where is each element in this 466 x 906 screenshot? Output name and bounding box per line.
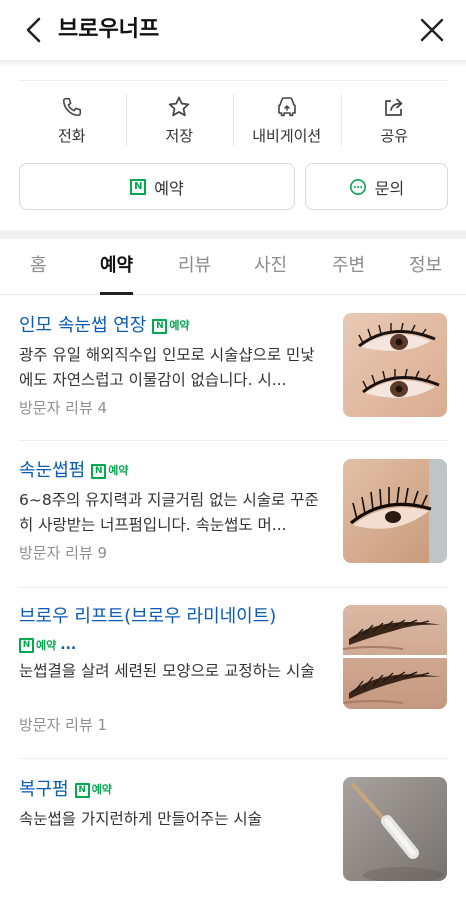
item-title-row: 브로우 리프트(브로우 라미네이트) xyxy=(19,605,276,629)
item-title: 브로우 리프트(브로우 라미네이트) xyxy=(19,606,277,627)
item-title: 복구펌 xyxy=(19,779,69,800)
tab-photos[interactable]: 사진 xyxy=(254,253,287,279)
review-count: 방문자 리뷰 9 xyxy=(19,544,108,562)
close-button[interactable] xyxy=(416,14,448,46)
item-title: 인모 속눈썹 연장 xyxy=(19,315,147,336)
divider xyxy=(18,80,448,81)
tab-bar: 홈 예약 리뷰 사진 주변 정보 xyxy=(0,239,466,295)
call-label: 전화 xyxy=(57,127,86,145)
list-item[interactable]: 인모 속눈썹 연장 N 예약 광주 유일 해외직수입 인모로 시술샵으로 민낯에… xyxy=(0,296,466,440)
title-ellipsis: ... xyxy=(60,637,77,653)
item-description: 광주 유일 해외직수입 인모로 시술샵으로 민낯에도 자연스럽고 이물감이 없습… xyxy=(19,346,315,389)
eyelash-extension-photo xyxy=(343,313,447,417)
navigation-car-icon xyxy=(277,97,296,117)
share-icon xyxy=(385,98,403,116)
action-row: 전화 저장 내비게이션 공유 xyxy=(18,92,448,150)
item-title-row: 인모 속눈썹 연장 N 예약 xyxy=(19,314,190,338)
inquiry-button[interactable]: 문의 xyxy=(305,163,448,210)
naver-booking-icon: N xyxy=(152,318,168,334)
booking-badge: N 예약 xyxy=(91,459,129,483)
naver-booking-icon: N xyxy=(130,178,147,195)
list-item[interactable]: 브로우 리프트(브로우 라미네이트) N 예약 ... 눈썹결을 살려 세련된 … xyxy=(0,588,466,758)
close-icon xyxy=(420,18,444,42)
tab-home[interactable]: 홈 xyxy=(30,253,47,279)
page-title: 브로우너프 xyxy=(58,17,160,42)
item-thumbnail xyxy=(343,459,447,563)
item-thumbnail xyxy=(343,605,447,709)
item-title-row: 복구펌 N 예약 xyxy=(19,778,112,802)
call-button[interactable]: 전화 xyxy=(18,92,126,150)
review-count: 방문자 리뷰 1 xyxy=(19,716,108,734)
tab-reviews[interactable]: 리뷰 xyxy=(178,253,211,279)
booking-badge-label: 예약 xyxy=(36,639,57,652)
save-button[interactable]: 저장 xyxy=(125,92,234,150)
booking-badge: N 예약 xyxy=(74,778,112,802)
save-label: 저장 xyxy=(165,127,194,145)
booking-badge-label: 예약 xyxy=(91,783,112,796)
inquiry-label: 문의 xyxy=(374,178,405,198)
chat-bubble-icon xyxy=(349,178,366,195)
naver-booking-icon: N xyxy=(91,463,107,479)
primary-buttons: N 예약 문의 xyxy=(19,163,448,210)
naver-booking-icon: N xyxy=(19,637,34,653)
tab-info[interactable]: 정보 xyxy=(409,253,442,279)
lash-brush-photo xyxy=(343,777,447,881)
tab-reservation[interactable]: 예약 xyxy=(100,253,133,279)
star-icon xyxy=(169,96,190,117)
header-shadow xyxy=(0,60,466,66)
reserve-label: 예약 xyxy=(154,178,184,198)
item-description: 속눈썹을 가지런하게 만들어주는 시술 xyxy=(19,810,262,828)
item-description: 6~8주의 유지력과 지글거림 없는 시술로 꾸준히 사랑받는 너프펌입니다. … xyxy=(19,491,319,534)
booking-badge: N 예약 ... xyxy=(19,637,76,653)
booking-badge-label: 예약 xyxy=(169,319,190,332)
naver-booking-icon: N xyxy=(74,782,90,798)
item-title: 속눈썹펌 xyxy=(19,460,86,481)
section-divider xyxy=(0,230,466,239)
navigation-label: 내비게이션 xyxy=(252,127,322,145)
booking-badge: N 예약 xyxy=(152,314,190,338)
reserve-button[interactable]: N 예약 xyxy=(19,163,295,210)
active-tab-indicator xyxy=(100,292,133,295)
review-count: 방문자 리뷰 4 xyxy=(19,399,108,417)
item-title-row: 속눈썹펌 N 예약 xyxy=(19,459,129,483)
item-thumbnail xyxy=(343,313,447,417)
share-button[interactable]: 공유 xyxy=(340,92,449,150)
item-thumbnail xyxy=(343,777,447,881)
back-button[interactable] xyxy=(18,14,50,46)
item-description: 눈썹결을 살려 세련된 모양으로 교정하는 시술 xyxy=(19,662,315,680)
share-label: 공유 xyxy=(380,127,409,145)
list-item[interactable]: 복구펌 N 예약 속눈썹을 가지런하게 만들어주는 시술 xyxy=(0,759,466,899)
booking-badge-label: 예약 xyxy=(108,464,129,477)
tab-nearby[interactable]: 주변 xyxy=(332,253,365,279)
brow-lift-photo xyxy=(343,605,447,709)
phone-icon xyxy=(62,97,81,117)
eyelash-perm-photo xyxy=(343,459,447,563)
list-item[interactable]: 속눈썹펌 N 예약 6~8주의 유지력과 지글거림 없는 시술로 꾸준히 사랑받… xyxy=(0,441,466,587)
top-bar: 브로우너프 xyxy=(0,0,466,60)
navigation-button[interactable]: 내비게이션 xyxy=(233,92,341,150)
chevron-left-icon xyxy=(26,17,41,43)
